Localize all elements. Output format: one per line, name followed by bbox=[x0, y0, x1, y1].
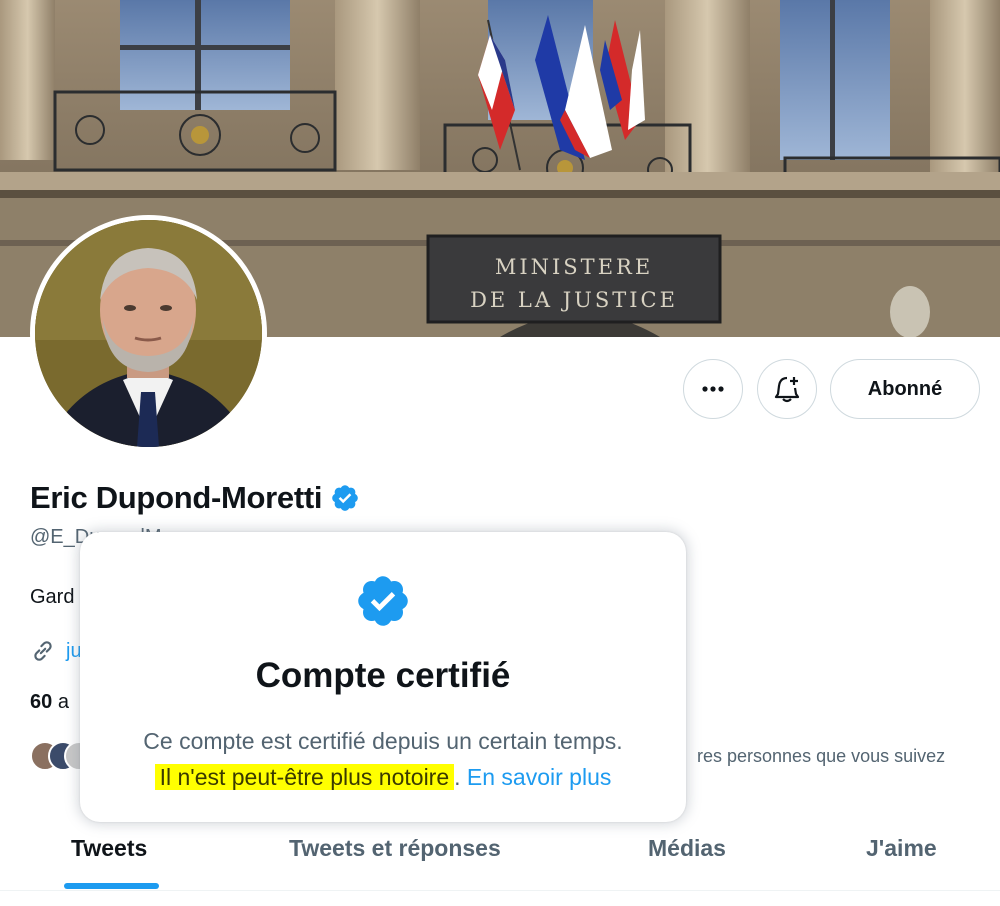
tab-media[interactable]: Médias bbox=[648, 835, 726, 862]
more-options-button[interactable] bbox=[683, 359, 743, 419]
learn-more-link[interactable]: En savoir plus bbox=[467, 764, 611, 790]
profile-avatar[interactable] bbox=[30, 215, 267, 452]
followers-you-know-text: res personnes que vous suivez bbox=[697, 746, 946, 766]
profile-name-row: Eric Dupond-Moretti bbox=[30, 480, 360, 516]
highlight-suffix: . bbox=[454, 764, 461, 790]
highlighted-text: Il n'est peut-être plus notoire bbox=[154, 764, 455, 790]
more-horizontal-icon bbox=[702, 386, 724, 392]
notifications-button[interactable] bbox=[757, 359, 817, 419]
avatar-photo bbox=[35, 220, 262, 447]
stats-label: a bbox=[57, 691, 69, 713]
plaque-line1: MINISTERE bbox=[495, 255, 653, 279]
profile-tabs: Tweets Tweets et réponses Médias J'aime bbox=[0, 815, 1000, 891]
popup-description: Ce compte est certifié depuis un certain… bbox=[80, 723, 686, 795]
verified-badge-large-icon bbox=[358, 576, 408, 626]
link-icon bbox=[34, 641, 52, 661]
tab-tweets-and-replies[interactable]: Tweets et réponses bbox=[289, 835, 501, 862]
profile-bio: Gard bbox=[30, 586, 75, 608]
bell-plus-icon bbox=[774, 376, 800, 403]
verified-badge-icon[interactable] bbox=[330, 483, 360, 513]
tab-likes[interactable]: J'aime bbox=[866, 835, 937, 862]
stats-count: 60 bbox=[30, 691, 53, 713]
following-button[interactable]: Abonné bbox=[830, 359, 980, 419]
popup-line-1: Ce compte est certifié depuis un certain… bbox=[143, 728, 623, 754]
profile-website[interactable]: ju bbox=[30, 638, 82, 664]
popup-title: Compte certifié bbox=[255, 656, 511, 695]
popup-line-2: Il n'est peut-être plus notoire. En savo… bbox=[80, 759, 686, 795]
plaque-line2: DE LA JUSTICE bbox=[470, 288, 678, 312]
tab-tweets[interactable]: Tweets bbox=[71, 835, 147, 862]
display-name: Eric Dupond-Moretti bbox=[30, 480, 323, 515]
verified-account-popover: Compte certifié Ce compte est certifié d… bbox=[80, 532, 686, 822]
following-count[interactable]: 60 a bbox=[30, 691, 69, 714]
active-tab-indicator bbox=[64, 883, 159, 889]
